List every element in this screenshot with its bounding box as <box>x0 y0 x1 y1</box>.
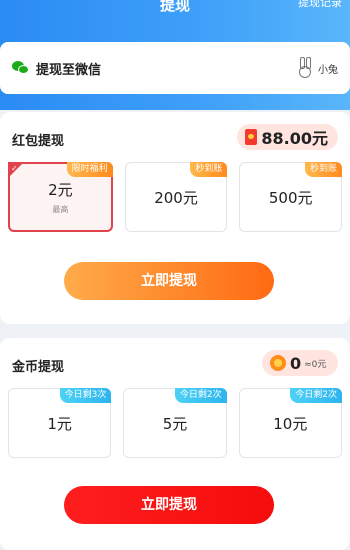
option-tag: 秒到账 <box>305 162 343 177</box>
coin-title: 金币提现 <box>12 360 65 375</box>
option-500yuan[interactable]: 秒到账 500元 <box>239 162 343 232</box>
coin-options: 今日剩3次 1元 今日剩2次 5元 今日剩2次 10元 <box>8 388 342 458</box>
option-value: 500元 <box>268 188 313 207</box>
option-2yuan[interactable]: ✓ 限时福利 2元 最高 <box>8 162 113 232</box>
wechat-label: 提现至微信 <box>36 62 102 78</box>
option-10yuan[interactable]: 今日剩2次 10元 <box>238 388 342 458</box>
coin-section: 金币提现 0 ≈0元 今日剩3次 1元 今日剩2次 5元 今日剩2次 10元 立… <box>0 338 350 550</box>
option-sub: 最高 <box>52 205 69 214</box>
wechat-user: 小兔 <box>298 57 338 79</box>
option-value: 1元 <box>47 414 72 433</box>
option-tag: 秒到账 <box>190 162 228 177</box>
option-value: 200元 <box>154 188 198 207</box>
red-packet-title: 红包提现 <box>12 134 65 149</box>
username: 小兔 <box>318 64 338 76</box>
option-tag: 限时福利 <box>66 162 113 177</box>
red-packet-options: ✓ 限时福利 2元 最高 秒到账 200元 秒到账 500元 <box>8 162 343 232</box>
coin-withdraw-button[interactable]: 立即提现 <box>64 486 274 524</box>
coin-equivalent: ≈0元 <box>304 359 327 370</box>
red-packet-amount: 88.00元 <box>261 129 328 148</box>
red-packet-section: 红包提现 88.00元 ✓ 限时福利 2元 最高 秒到账 200元 秒到账 50… <box>0 112 350 324</box>
option-value: 2元 <box>48 181 73 199</box>
option-tag: 今日剩2次 <box>290 388 342 403</box>
red-packet-withdraw-button[interactable]: 立即提现 <box>64 262 274 300</box>
option-200yuan[interactable]: 秒到账 200元 <box>124 162 228 232</box>
red-packet-icon <box>245 129 258 145</box>
coin-balance: 0 ≈0元 <box>262 350 338 376</box>
option-5yuan[interactable]: 今日剩2次 5元 <box>123 388 227 458</box>
option-tag: 今日剩2次 <box>174 388 227 403</box>
avatar <box>298 57 312 79</box>
option-tag: 今日剩3次 <box>59 388 112 403</box>
wechat-account-card[interactable]: 提现至微信 小兔 <box>0 42 350 94</box>
red-packet-balance: 88.00元 <box>237 124 338 150</box>
coin-amount: 0 <box>290 353 302 373</box>
coin-icon <box>270 355 286 371</box>
withdraw-history-link[interactable]: 提现记录 <box>298 0 342 10</box>
option-value: 10元 <box>273 414 308 433</box>
check-icon: ✓ <box>11 164 18 173</box>
option-value: 5元 <box>162 414 188 433</box>
wechat-icon <box>12 61 30 75</box>
option-1yuan[interactable]: 今日剩3次 1元 <box>8 388 112 458</box>
